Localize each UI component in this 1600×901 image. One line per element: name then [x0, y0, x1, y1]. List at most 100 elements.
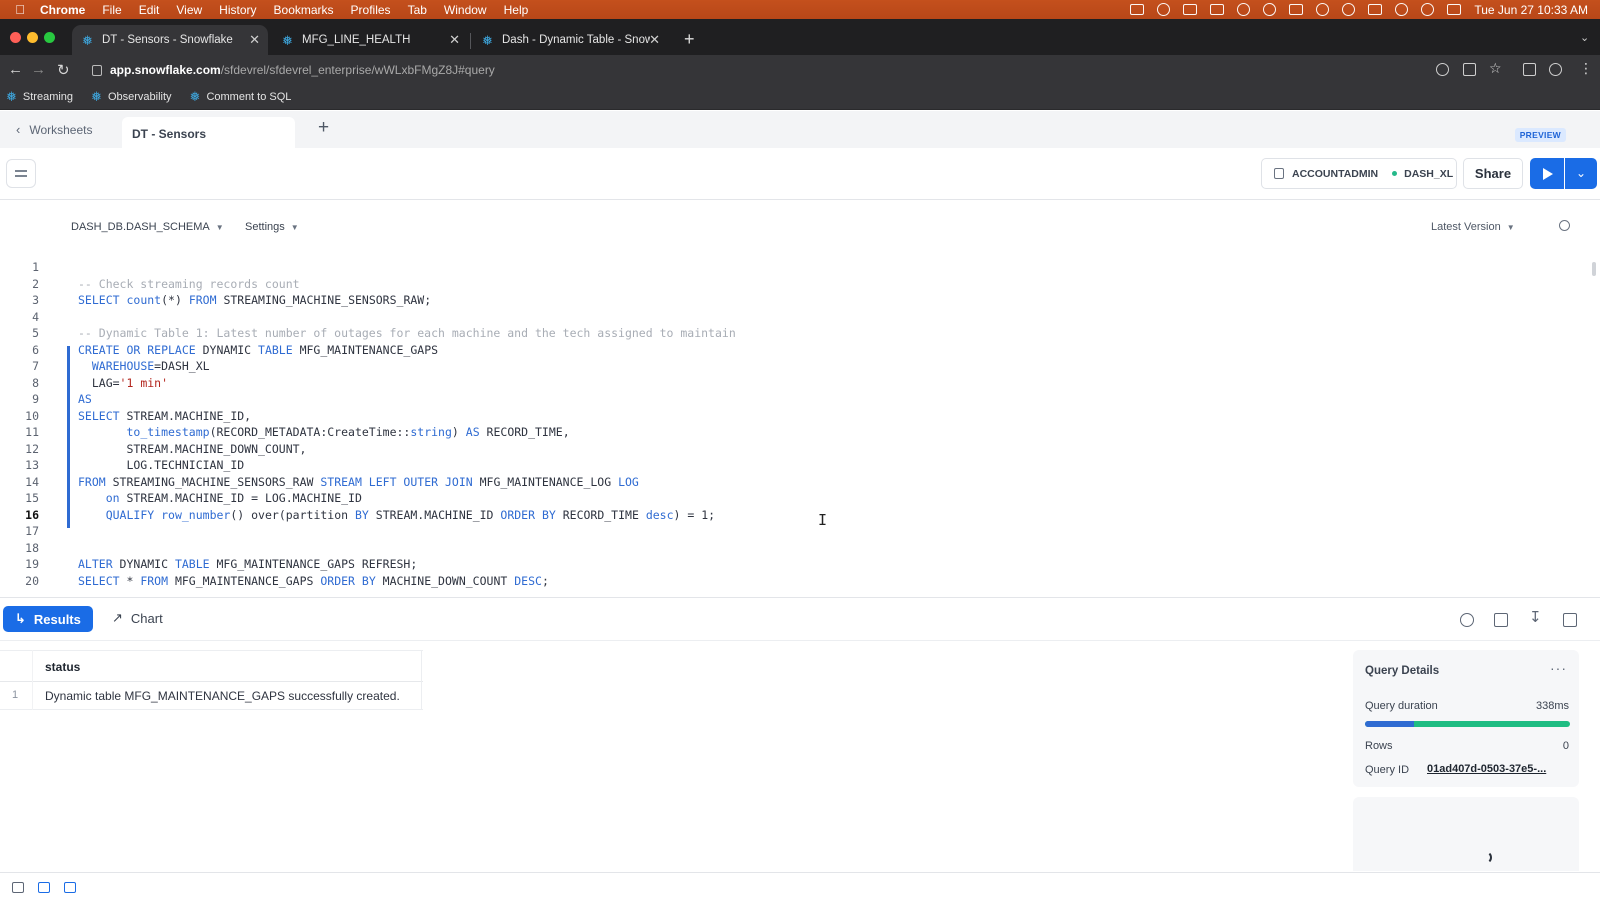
share-button[interactable]: Share — [1463, 158, 1523, 189]
mute-icon[interactable] — [1342, 3, 1356, 16]
query-profile-panel — [1353, 797, 1579, 871]
shield-icon[interactable] — [1263, 3, 1277, 16]
reload-icon[interactable]: ↻ — [57, 61, 70, 79]
results-search-icon[interactable] — [1460, 613, 1474, 627]
editor-context-bar: DASH_DB.DASH_SCHEMA ▼ Settings ▼ Latest Ve… — [0, 200, 1600, 252]
lock-icon[interactable] — [92, 64, 102, 76]
worksheets-back-link[interactable]: ‹ Worksheets — [16, 122, 92, 137]
bookmark-comment-to-sql[interactable]: ❅ Comment to SQL — [190, 89, 292, 105]
close-tab-icon[interactable]: ✕ — [249, 32, 260, 48]
snowflake-icon: ❅ — [189, 89, 201, 104]
toggle-sidebar-icon[interactable] — [12, 882, 24, 893]
back-arrow-icon[interactable]: ← — [8, 61, 23, 78]
menu-window[interactable]: Window — [444, 3, 487, 17]
minimize-window-button[interactable] — [27, 32, 38, 43]
add-worksheet-button[interactable]: + — [318, 117, 329, 139]
creative-cloud-icon[interactable] — [1157, 3, 1171, 16]
line-number: 9 — [32, 392, 39, 406]
version-dropdown[interactable]: Latest Version ▼ — [1431, 221, 1515, 233]
bookmark-streaming[interactable]: ❅ Streaming — [6, 89, 73, 105]
status-area: Tue Jun 27 10:33 AM — [1130, 0, 1588, 19]
share-page-icon[interactable] — [1463, 63, 1476, 76]
run-options-chevron-icon[interactable]: ⌄ — [1565, 158, 1597, 189]
role-warehouse-selector[interactable]: ACCOUNTADMIN DASH_XL — [1261, 158, 1457, 189]
control-center-icon[interactable] — [1447, 4, 1462, 15]
close-window-button[interactable] — [10, 32, 21, 43]
caret-down-icon: ▼ — [290, 223, 299, 232]
table-row[interactable]: 1 Dynamic table MFG_MAINTENANCE_GAPS suc… — [0, 682, 423, 710]
menu-history[interactable]: History — [219, 3, 256, 17]
editor-scrollbar[interactable] — [1592, 262, 1596, 276]
editor-search-icon[interactable] — [1559, 220, 1570, 231]
tab-mfg-line-health[interactable]: ❅ MFG_LINE_HEALTH ✕ — [272, 25, 468, 55]
bluetooth-icon[interactable] — [1316, 3, 1330, 16]
download-icon[interactable]: ↧ — [1529, 608, 1542, 626]
line-number: 2 — [32, 276, 39, 291]
window-icon[interactable] — [1289, 4, 1304, 15]
results-toolbar: ↳ Results ↗ Chart ↧ — [0, 597, 1600, 641]
menu-app-name[interactable]: Chrome — [40, 3, 85, 17]
results-arrow-icon: ↳ — [15, 611, 26, 626]
menubar-clock[interactable]: Tue Jun 27 10:33 AM — [1474, 3, 1588, 17]
spotlight-icon[interactable] — [1421, 3, 1435, 16]
wifi-icon[interactable] — [1395, 3, 1409, 16]
query-duration-bar[interactable] — [1365, 721, 1570, 727]
worksheet-tab[interactable]: DT - Sensors — [122, 117, 295, 148]
menu-bookmarks[interactable]: Bookmarks — [274, 3, 334, 17]
toggle-editor-icon[interactable] — [38, 882, 50, 893]
kebab-menu-icon[interactable]: ⋮ — [1579, 60, 1593, 77]
database-schema-selector[interactable]: DASH_DB.DASH_SCHEMA ▼ — [71, 221, 224, 233]
menu-tab[interactable]: Tab — [408, 3, 427, 17]
new-tab-button[interactable]: + — [684, 29, 695, 50]
chart-label: Chart — [130, 610, 163, 626]
forward-arrow-icon[interactable]: → — [31, 61, 46, 78]
tab-dt-sensors[interactable]: ❅ DT - Sensors - Snowflake ✕ — [72, 25, 268, 55]
menu-profiles[interactable]: Profiles — [351, 3, 391, 17]
snowflake-icon: ❅ — [482, 32, 493, 48]
query-duration-bar-compile — [1365, 721, 1415, 727]
caret-down-icon: ▼ — [1506, 223, 1515, 232]
close-tab-icon[interactable]: ✕ — [649, 32, 660, 48]
vim-icon[interactable] — [1210, 4, 1225, 15]
column-header-status[interactable]: status — [45, 660, 80, 674]
close-tab-icon[interactable]: ✕ — [449, 32, 460, 48]
zoom-window-button[interactable] — [44, 32, 55, 43]
split-panel-icon[interactable] — [1563, 613, 1577, 627]
sql-editor[interactable]: 1 2 -- Check streaming records count 3 SEL… — [0, 259, 1600, 595]
docker-icon[interactable] — [1130, 4, 1145, 15]
bookmark-observability[interactable]: ❅ Observability — [91, 89, 171, 105]
more-options-icon[interactable]: ··· — [1550, 660, 1567, 676]
tab-dash-dynamic-table[interactable]: ❅ Dash - Dynamic Table - Snowfl ✕ — [472, 25, 668, 55]
columns-icon[interactable] — [1494, 613, 1508, 627]
battery-icon[interactable] — [1368, 4, 1383, 15]
status-cell[interactable]: Dynamic table MFG_MAINTENANCE_GAPS succe… — [45, 689, 400, 703]
zoom-icon[interactable] — [1436, 63, 1449, 76]
query-id-link[interactable]: 01ad407d-0503-37e5-... — [1427, 763, 1546, 775]
line-number: 7 — [32, 359, 39, 373]
menu-edit[interactable]: Edit — [139, 3, 160, 17]
loading-spinner-icon — [1479, 851, 1492, 864]
toggle-results-icon[interactable] — [64, 882, 76, 893]
chart-tab-button[interactable]: ↗ Chart — [112, 610, 163, 626]
caret-down-icon: ▼ — [215, 223, 224, 232]
run-button[interactable] — [1530, 158, 1564, 189]
address-bar[interactable]: app.snowflake.com /sfdevrel/sfdevrel_ent… — [82, 58, 1482, 82]
results-tab-button[interactable]: ↳ Results — [3, 606, 93, 632]
bookmark-star-icon[interactable]: ☆ — [1489, 60, 1502, 77]
menu-view[interactable]: View — [176, 3, 202, 17]
line-number: 16 — [25, 507, 39, 522]
profile-icon[interactable] — [1549, 63, 1562, 76]
settings-label: Settings — [245, 221, 285, 233]
tab-search-chevron-icon[interactable]: ⌄ — [1580, 31, 1589, 44]
menu-file[interactable]: File — [102, 3, 121, 17]
globe-icon[interactable] — [1237, 3, 1251, 16]
filter-sliders-button[interactable] — [6, 159, 36, 188]
settings-dropdown[interactable]: Settings ▼ — [245, 221, 299, 233]
warehouse-status-dot — [1392, 171, 1398, 176]
menu-help[interactable]: Help — [504, 3, 529, 17]
browser-tab-strip: ❅ DT - Sensors - Snowflake ✕ ❅ MFG_LINE_… — [0, 19, 1600, 55]
side-panel-icon[interactable] — [1523, 63, 1536, 76]
app-status-icon[interactable] — [1183, 4, 1198, 15]
apple-icon[interactable]:  — [0, 2, 40, 17]
snowflake-icon: ❅ — [6, 89, 17, 104]
